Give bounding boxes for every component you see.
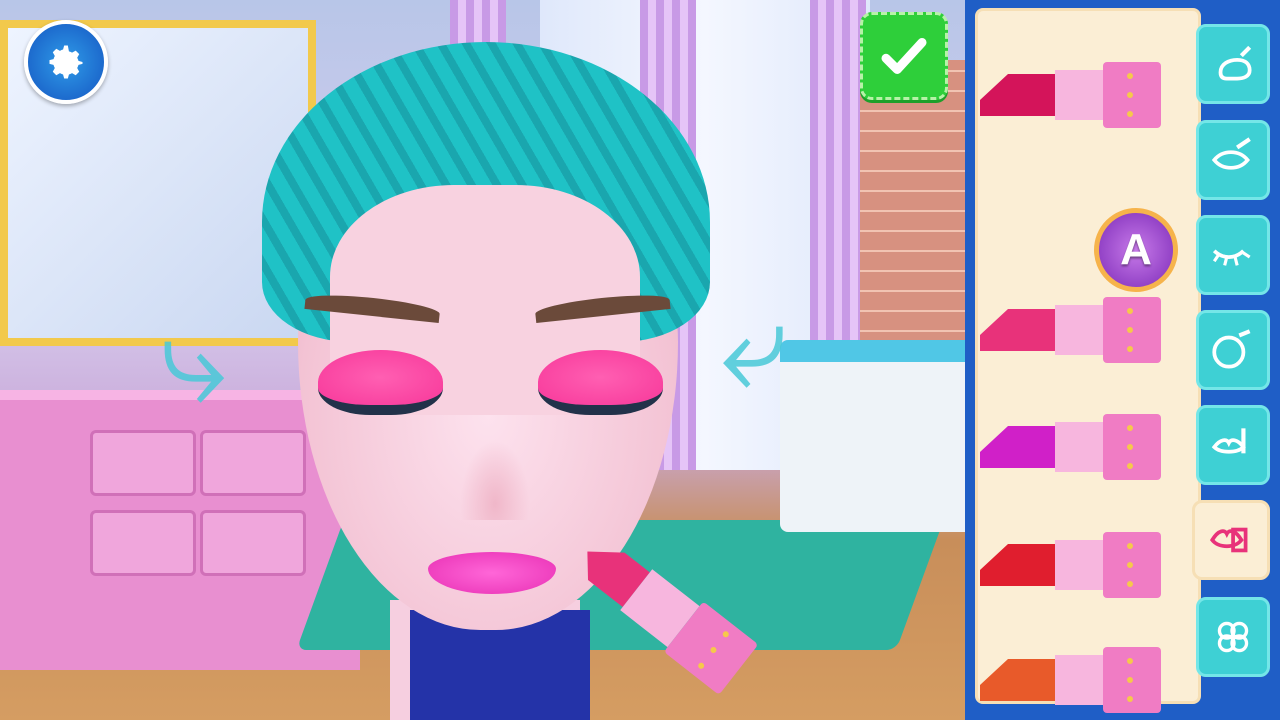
drawer bbox=[200, 430, 306, 496]
lipstick-3[interactable] bbox=[980, 412, 1165, 482]
category-tab-eyelash[interactable] bbox=[1196, 215, 1270, 295]
rotate-left-arrow-icon[interactable]: ⤷ bbox=[160, 300, 227, 420]
clover-sticker-icon bbox=[1217, 621, 1249, 653]
foundation-icon bbox=[1218, 45, 1252, 81]
lipstick-1[interactable] bbox=[980, 60, 1165, 130]
settings-button[interactable] bbox=[24, 20, 108, 104]
category-tab-blush[interactable] bbox=[1196, 310, 1270, 390]
gear-icon bbox=[49, 45, 83, 79]
right-eye-shadow[interactable] bbox=[538, 350, 663, 415]
left-eye-shadow[interactable] bbox=[318, 350, 443, 415]
lip-liner-icon bbox=[1211, 428, 1246, 454]
category-tab-foundation[interactable] bbox=[1196, 24, 1270, 104]
rotate-right-arrow-icon[interactable]: ⤷ bbox=[720, 278, 787, 412]
lipstick-icon bbox=[1209, 527, 1248, 553]
drawer bbox=[90, 510, 196, 576]
eyelash-icon bbox=[1212, 249, 1251, 266]
nose bbox=[460, 440, 530, 520]
eyeliner-icon bbox=[1211, 137, 1251, 170]
lipstick-2[interactable] bbox=[980, 295, 1165, 365]
bathtub bbox=[780, 340, 980, 532]
checkmark-icon bbox=[881, 38, 927, 74]
lipstick-4[interactable] bbox=[980, 530, 1165, 600]
drawer bbox=[90, 430, 196, 496]
category-tab-lip-liner[interactable] bbox=[1196, 405, 1270, 485]
lipstick-5[interactable] bbox=[980, 645, 1165, 715]
category-tab-eyeliner[interactable] bbox=[1196, 120, 1270, 200]
blush-icon bbox=[1212, 329, 1251, 369]
category-tab-clover-sticker[interactable] bbox=[1196, 597, 1270, 677]
letter-badge: A bbox=[1094, 208, 1178, 292]
category-tab-lipstick[interactable] bbox=[1192, 500, 1270, 580]
confirm-button[interactable] bbox=[860, 12, 948, 100]
drawer bbox=[200, 510, 306, 576]
